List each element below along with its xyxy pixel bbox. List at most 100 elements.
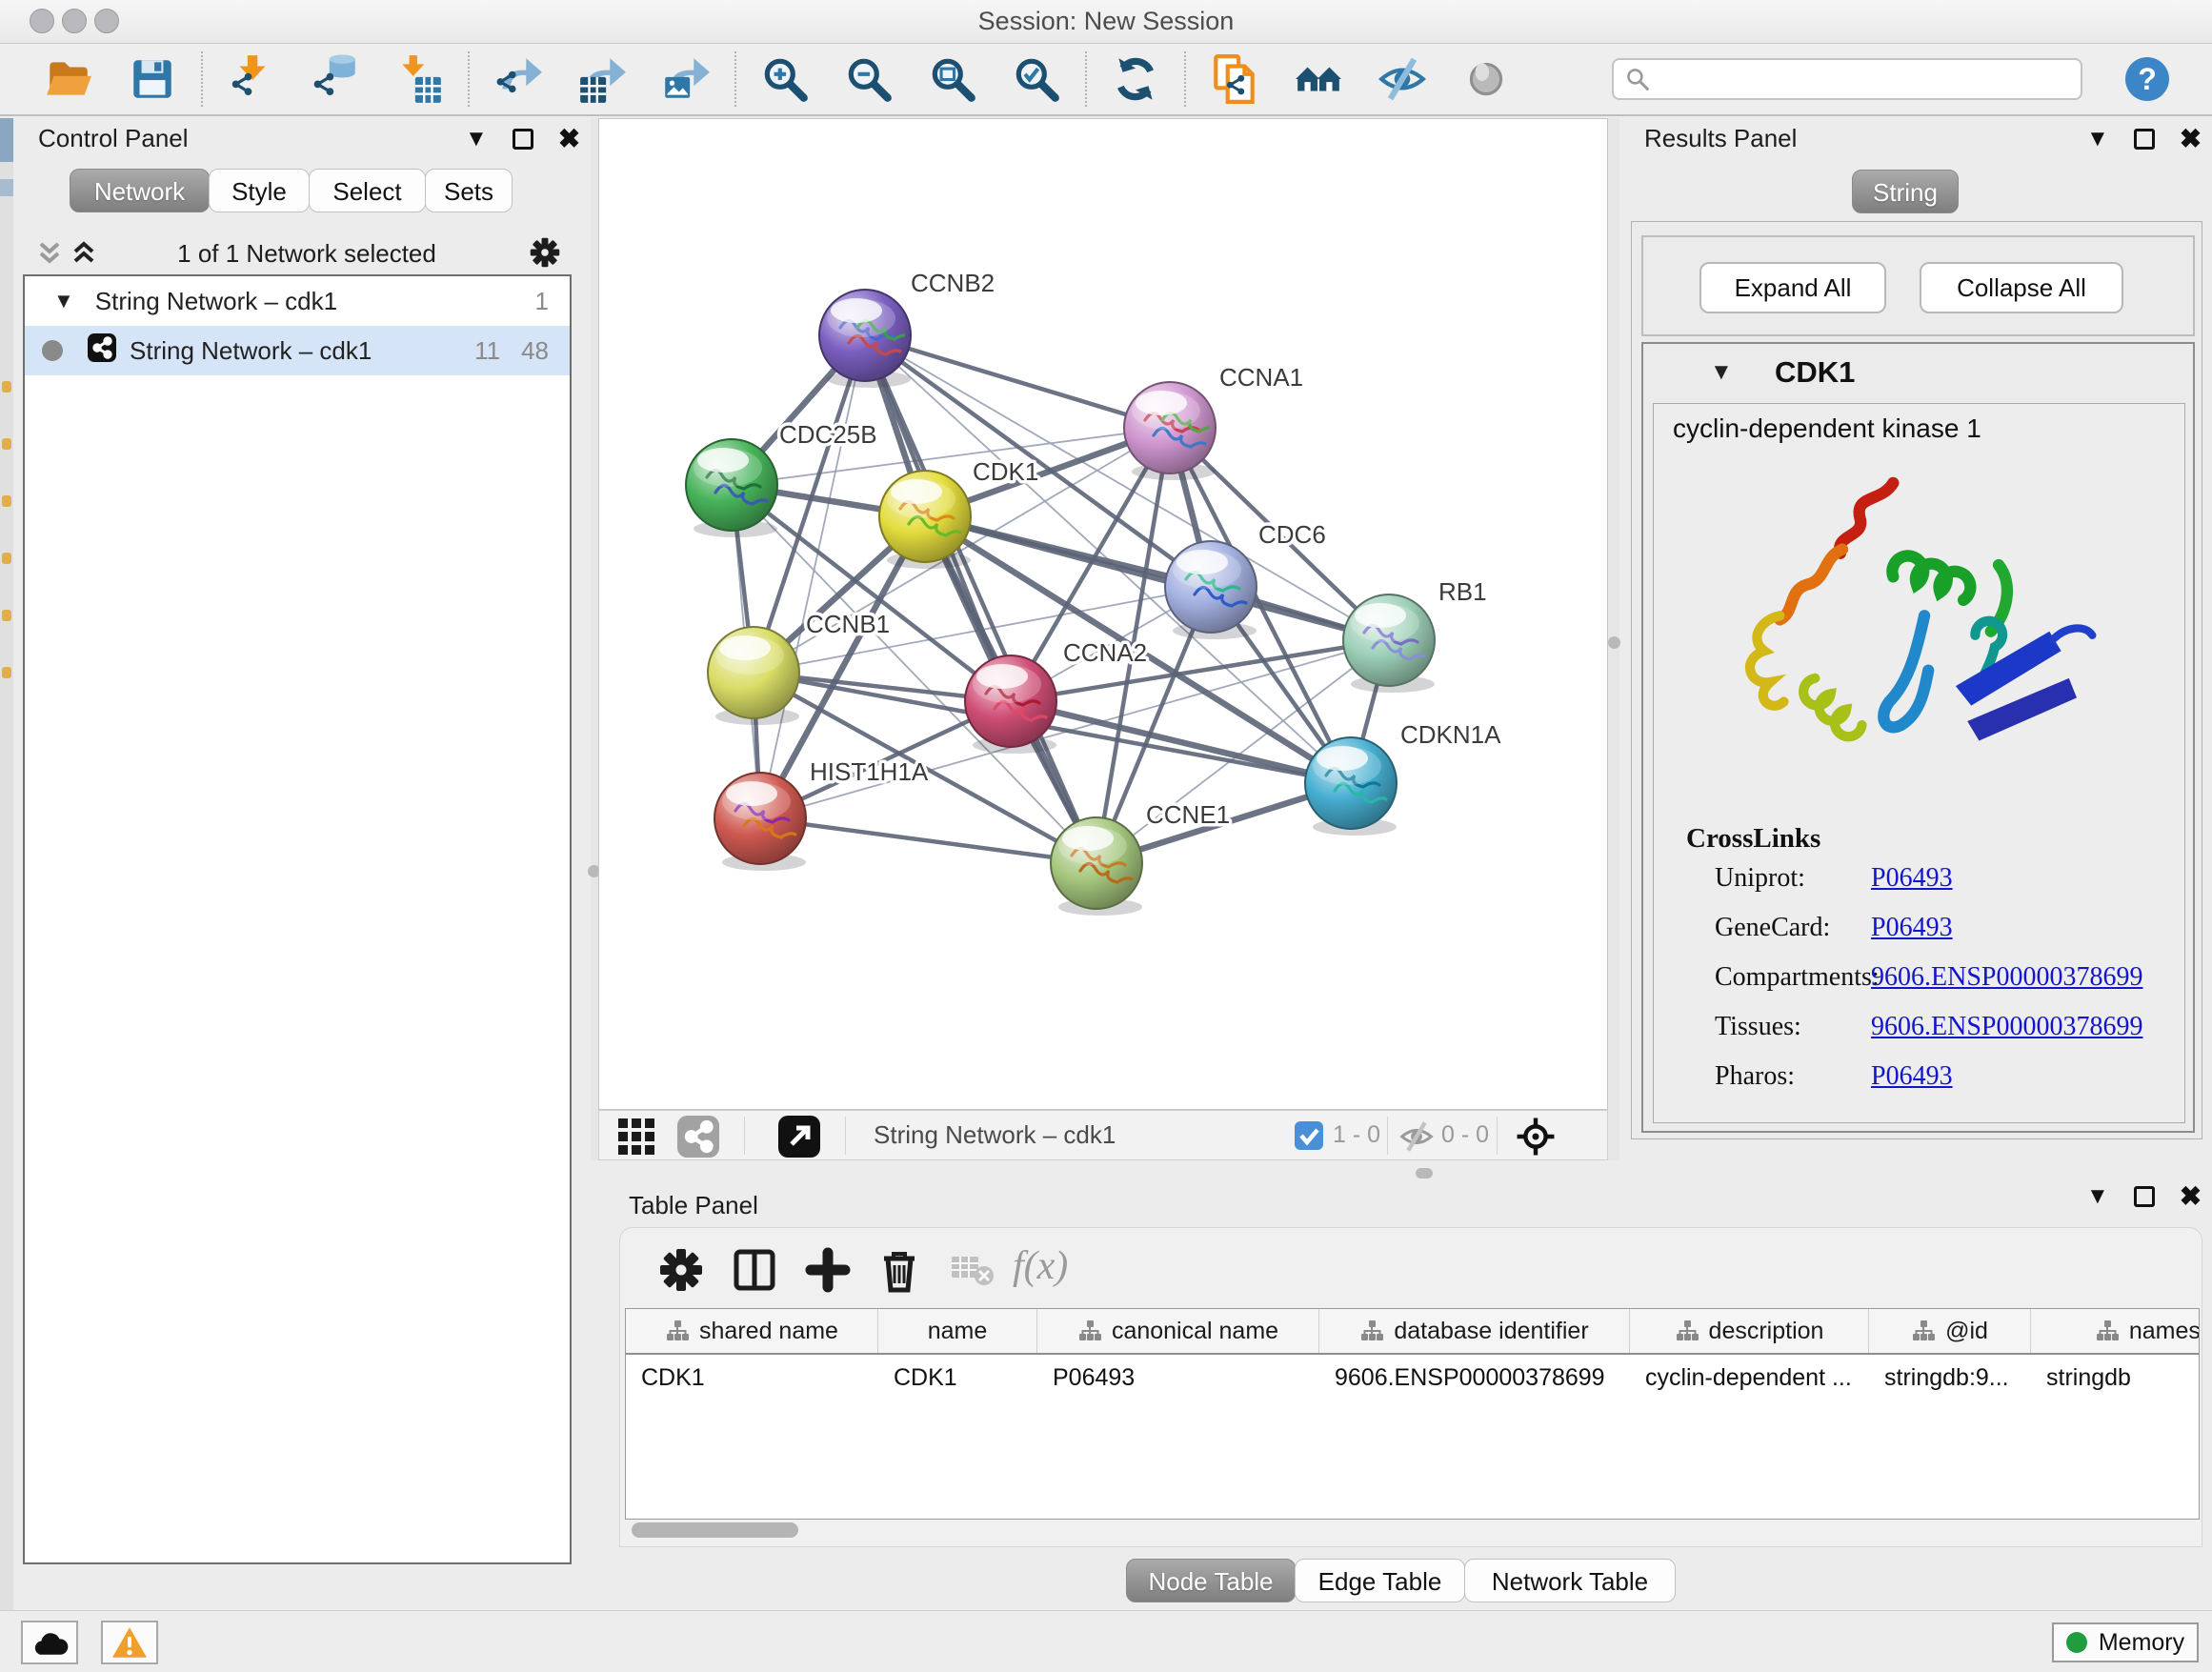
delete-column-icon[interactable] bbox=[875, 1245, 924, 1295]
tab-sets[interactable]: Sets bbox=[425, 169, 513, 212]
horizontal-splitter[interactable] bbox=[598, 1160, 2212, 1186]
selected-nodes-checkbox[interactable] bbox=[1295, 1121, 1323, 1150]
network-view-canvas[interactable]: CCNB2CCNA1CDC25BCDK1CDC6RB1CCNB1CCNA2CDK… bbox=[598, 118, 1608, 1110]
zoom-selected-icon[interactable] bbox=[1011, 53, 1062, 105]
main-toolbar: ? bbox=[0, 44, 2212, 116]
gene-section-header[interactable]: ▼ CDK1 bbox=[1643, 344, 2193, 403]
column-header-@id[interactable]: @id bbox=[1869, 1309, 2031, 1353]
tab-string[interactable]: String bbox=[1852, 170, 1959, 213]
zoom-fit-icon[interactable] bbox=[927, 53, 978, 105]
crosslink-link[interactable]: P06493 bbox=[1871, 863, 1953, 893]
grid-view-icon[interactable] bbox=[618, 1118, 654, 1159]
collapse-all-networks-icon[interactable] bbox=[36, 239, 63, 272]
memory-button[interactable]: Memory bbox=[2052, 1622, 2199, 1662]
share-network-icon[interactable] bbox=[677, 1116, 719, 1162]
zoom-in-icon[interactable] bbox=[759, 53, 811, 105]
show-columns-icon[interactable] bbox=[730, 1245, 779, 1295]
network-list-item[interactable]: String Network – cdk1 11 48 bbox=[25, 326, 570, 375]
node-table: shared namenamecanonical namedatabase id… bbox=[625, 1308, 2200, 1520]
search-box[interactable] bbox=[1612, 58, 2082, 100]
birdseye-crosshair-icon[interactable] bbox=[1514, 1115, 1558, 1163]
export-network-icon[interactable] bbox=[493, 53, 544, 105]
hide-eye-icon[interactable] bbox=[1377, 53, 1428, 105]
column-header-description[interactable]: description bbox=[1630, 1309, 1869, 1353]
search-icon bbox=[1625, 67, 1650, 91]
toolbar-separator bbox=[1085, 51, 1087, 107]
window-title: Session: New Session bbox=[0, 0, 2212, 43]
tree-expander-icon[interactable]: ▼ bbox=[53, 289, 74, 313]
network-list-item[interactable]: ▼ String Network – cdk1 1 bbox=[25, 276, 570, 326]
zoom-out-icon[interactable] bbox=[843, 53, 895, 105]
refresh-icon[interactable] bbox=[1110, 53, 1161, 105]
control-panel-window-icons: ▼ ✖ bbox=[465, 126, 580, 152]
help-icon[interactable]: ? bbox=[2122, 54, 2172, 104]
edge-count: 48 bbox=[521, 336, 549, 366]
column-header-canonical-name[interactable]: canonical name bbox=[1037, 1309, 1319, 1353]
column-header-shared-name[interactable]: shared name bbox=[626, 1309, 878, 1353]
panel-float-icon[interactable] bbox=[2134, 129, 2155, 150]
add-column-icon[interactable] bbox=[803, 1245, 853, 1295]
right-splitter[interactable] bbox=[1608, 118, 1619, 1160]
node-label-HIST1H1A: HIST1H1A bbox=[810, 757, 929, 786]
tab-select[interactable]: Select bbox=[309, 169, 426, 212]
crosslink-link[interactable]: P06493 bbox=[1871, 913, 1953, 942]
import-table-icon[interactable] bbox=[393, 53, 445, 105]
toolbar-separator bbox=[734, 51, 736, 107]
table-horizontal-scrollbar[interactable] bbox=[632, 1522, 798, 1538]
expand-all-button[interactable]: Expand All bbox=[1699, 262, 1886, 313]
column-header-name[interactable]: name bbox=[878, 1309, 1037, 1353]
import-network-database-icon[interactable] bbox=[310, 53, 361, 105]
panel-float-icon[interactable] bbox=[513, 129, 533, 150]
tab-style[interactable]: Style bbox=[209, 169, 310, 212]
tab-network-table[interactable]: Network Table bbox=[1464, 1559, 1676, 1602]
status-bar: Memory bbox=[0, 1610, 2212, 1672]
crosslink-label: Tissues: bbox=[1715, 1012, 1801, 1042]
export-table-icon[interactable] bbox=[576, 53, 628, 105]
expand-all-networks-icon[interactable] bbox=[70, 239, 97, 272]
panel-close-icon[interactable]: ✖ bbox=[2180, 126, 2202, 152]
homes-icon[interactable] bbox=[1293, 53, 1344, 105]
tab-network[interactable]: Network bbox=[70, 169, 210, 212]
table-row[interactable]: CDK1CDK1P064939606.ENSP00000378699cyclin… bbox=[626, 1355, 2199, 1400]
network-edge-CCNB2-CCNA1[interactable] bbox=[865, 335, 1170, 428]
tab-node-table[interactable]: Node Table bbox=[1126, 1559, 1296, 1602]
open-file-icon[interactable] bbox=[43, 53, 94, 105]
crosslink-label: Uniprot: bbox=[1715, 863, 1805, 894]
background-window-fragment bbox=[0, 179, 13, 196]
collapse-all-button[interactable]: Collapse All bbox=[1920, 262, 2123, 313]
gray-orb-icon[interactable] bbox=[1460, 53, 1512, 105]
crosslink-link[interactable]: P06493 bbox=[1871, 1061, 1953, 1091]
tab-edge-table[interactable]: Edge Table bbox=[1295, 1559, 1465, 1602]
column-header-namespace[interactable]: namespace bbox=[2031, 1309, 2200, 1353]
import-network-file-icon[interactable] bbox=[226, 53, 277, 105]
share-document-icon[interactable] bbox=[1209, 53, 1260, 105]
cloud-status-button[interactable] bbox=[21, 1621, 78, 1664]
crosslink-link[interactable]: 9606.ENSP00000378699 bbox=[1871, 1012, 2142, 1041]
svg-text:?: ? bbox=[2138, 62, 2157, 96]
table-gear-icon[interactable] bbox=[656, 1245, 706, 1295]
left-splitter[interactable] bbox=[591, 118, 598, 1160]
crosslink-link[interactable]: 9606.ENSP00000378699 bbox=[1871, 962, 2142, 992]
network-list-gear-icon[interactable] bbox=[528, 235, 562, 274]
network-edge-CCNE1-HIST1H1A[interactable] bbox=[760, 818, 1096, 863]
save-session-icon[interactable] bbox=[127, 53, 178, 105]
panel-menu-icon[interactable]: ▼ bbox=[465, 128, 488, 151]
table-header-row: shared namenamecanonical namedatabase id… bbox=[626, 1309, 2199, 1355]
search-input[interactable] bbox=[1658, 65, 2069, 93]
column-header-database-identifier[interactable]: database identifier bbox=[1319, 1309, 1630, 1353]
attribute-tree-icon bbox=[1359, 1319, 1384, 1343]
panel-menu-icon[interactable]: ▼ bbox=[2086, 1185, 2109, 1208]
panel-float-icon[interactable] bbox=[2134, 1186, 2155, 1207]
export-image-icon[interactable] bbox=[660, 53, 712, 105]
panel-close-icon[interactable]: ✖ bbox=[2180, 1183, 2202, 1210]
desktop-edge-strip bbox=[0, 118, 13, 1610]
table-cell: stringdb bbox=[2031, 1355, 2200, 1400]
network-status-dot bbox=[42, 340, 63, 361]
open-in-new-window-icon[interactable] bbox=[778, 1116, 820, 1162]
warning-status-button[interactable] bbox=[101, 1621, 158, 1664]
node-label-CCNB1: CCNB1 bbox=[806, 610, 890, 638]
table-cell: 9606.ENSP00000378699 bbox=[1319, 1355, 1630, 1400]
panel-close-icon[interactable]: ✖ bbox=[558, 126, 580, 152]
panel-menu-icon[interactable]: ▼ bbox=[2086, 128, 2109, 151]
collapse-gene-icon[interactable]: ▼ bbox=[1710, 359, 1733, 386]
